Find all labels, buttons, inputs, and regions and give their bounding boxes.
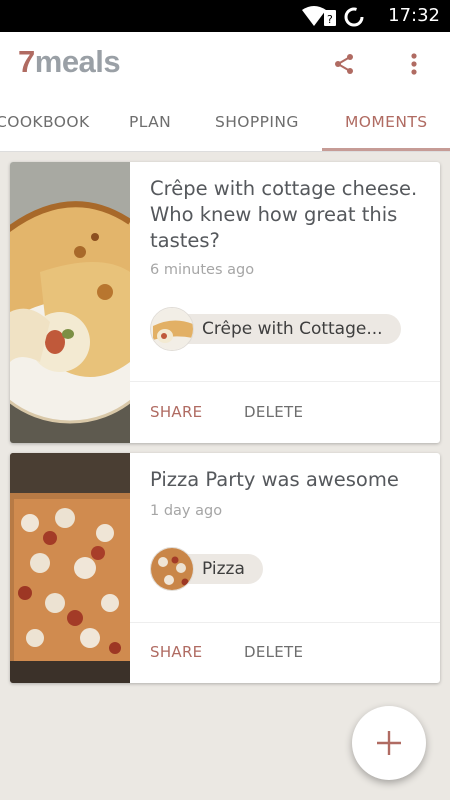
share-icon	[335, 54, 353, 74]
status-time: 17:32	[388, 5, 440, 26]
more-options-button[interactable]	[396, 46, 432, 82]
logo-number: 7	[18, 44, 35, 79]
recipe-chip[interactable]: Pizza	[150, 547, 263, 591]
moment-time: 6 minutes ago	[150, 262, 255, 278]
app-bar: 7meals	[0, 32, 450, 96]
tab-moments[interactable]: MOMENTS	[345, 96, 427, 151]
add-moment-button[interactable]	[352, 706, 426, 780]
share-button[interactable]	[326, 46, 362, 82]
active-tab-indicator	[322, 148, 450, 151]
share-moment-button[interactable]: SHARE	[150, 403, 202, 421]
card-divider	[130, 381, 440, 382]
svg-text:?: ?	[327, 13, 333, 26]
tab-shopping[interactable]: SHOPPING	[215, 96, 299, 151]
logo-word: meals	[34, 44, 121, 79]
loading-circle-icon	[344, 7, 364, 27]
recipe-thumbnail	[150, 547, 194, 591]
moment-card: Crêpe with cottage cheese. Who knew how …	[10, 162, 440, 443]
pizza-photo	[10, 453, 130, 683]
moment-card: Pizza Party was awesome 1 day ago Pizza …	[10, 453, 440, 683]
recipe-chip[interactable]: Crêpe with Cottage...	[150, 307, 401, 351]
tab-bar: COOKBOOK PLAN SHOPPING MOMENTS	[0, 96, 450, 152]
wifi-icon	[302, 6, 326, 26]
card-divider	[130, 622, 440, 623]
crepe-photo	[10, 162, 130, 443]
moment-title: Crêpe with cottage cheese. Who knew how …	[150, 177, 418, 252]
moment-time: 1 day ago	[150, 503, 223, 519]
more-vert-icon	[411, 53, 417, 75]
share-moment-button[interactable]: SHARE	[150, 643, 202, 661]
moment-title: Pizza Party was awesome	[150, 468, 399, 491]
tab-plan[interactable]: PLAN	[129, 96, 171, 151]
tab-cookbook[interactable]: COOKBOOK	[0, 96, 90, 151]
recipe-thumbnail	[150, 307, 194, 351]
status-icons: ?	[302, 6, 364, 27]
delete-moment-button[interactable]: DELETE	[244, 403, 303, 421]
plus-icon	[377, 731, 401, 755]
delete-moment-button[interactable]: DELETE	[244, 643, 303, 661]
status-bar: ? 17:32	[0, 0, 450, 32]
app-logo: 7meals	[18, 44, 121, 80]
